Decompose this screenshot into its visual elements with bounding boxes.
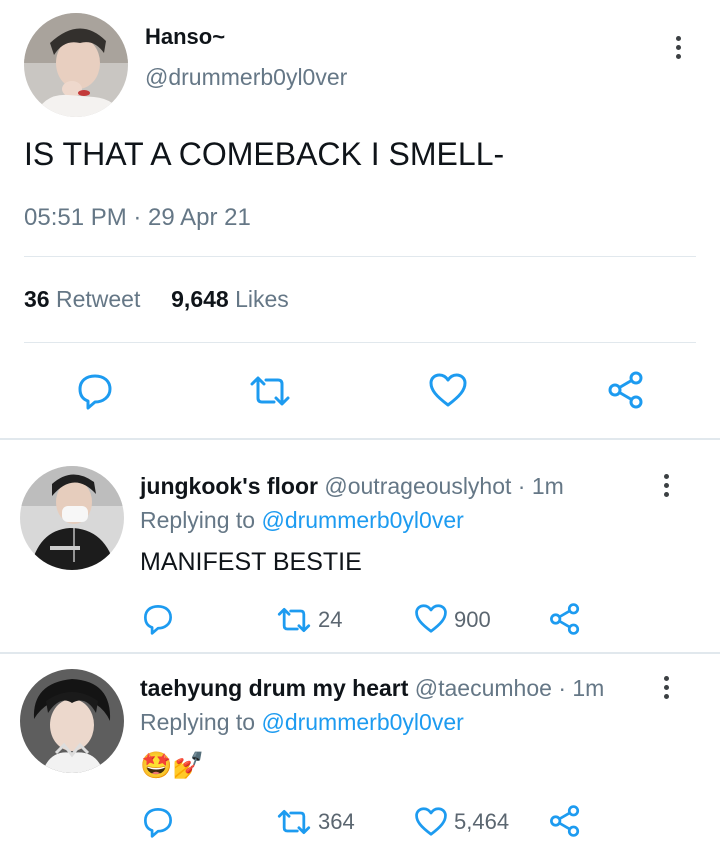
reply-icon[interactable]	[76, 372, 114, 410]
timestamp[interactable]: 05:51 PM · 29 Apr 21	[24, 204, 251, 232]
divider	[24, 342, 696, 343]
reply-time[interactable]: · 1m	[558, 675, 604, 701]
replying-to-link[interactable]: @drummerb0yl0ver	[261, 709, 463, 735]
reply-time[interactable]: · 1m	[518, 473, 564, 499]
divider	[24, 256, 696, 257]
reply-icon[interactable]	[142, 805, 174, 839]
reply-emoji-text: 🤩💅	[140, 750, 205, 780]
more-options-icon[interactable]	[660, 676, 672, 699]
divider	[0, 438, 720, 440]
replying-to-label: Replying to	[140, 507, 256, 533]
reply-handle[interactable]: @outrageouslyhot	[324, 473, 511, 499]
likes-count[interactable]: 9,648	[171, 286, 229, 312]
handle[interactable]: @drummerb0yl0ver	[145, 64, 347, 91]
reply-handle[interactable]: @taecumhoe	[415, 675, 552, 701]
heart-icon[interactable]	[414, 603, 448, 634]
more-options-icon[interactable]	[660, 474, 672, 497]
retweet-icon[interactable]	[248, 374, 292, 408]
replying-to-link[interactable]: @drummerb0yl0ver	[261, 507, 463, 533]
reply-display-name[interactable]: jungkook's floor	[140, 473, 318, 499]
like-count: 5,464	[454, 809, 510, 834]
heart-icon[interactable]	[428, 372, 468, 408]
share-icon[interactable]	[606, 370, 646, 410]
retweet-count[interactable]: 36	[24, 286, 50, 312]
retweet-count: 364	[318, 809, 355, 834]
retweet-count: 24	[318, 607, 343, 632]
tweet-text: IS THAT A COMEBACK I SMELL-	[24, 136, 505, 172]
reply-text: MANIFEST BESTIE	[140, 548, 362, 576]
share-icon[interactable]	[548, 602, 582, 636]
share-icon[interactable]	[548, 804, 582, 838]
retweet-label[interactable]: Retweet	[56, 286, 140, 312]
like-count: 900	[454, 607, 491, 632]
reply-header: jungkook's floor @outrageouslyhot · 1m	[140, 473, 564, 500]
retweet-icon[interactable]	[276, 606, 312, 634]
engagement-stats: 36 Retweet 9,648 Likes	[24, 286, 289, 313]
avatar[interactable]	[20, 466, 124, 570]
replying-to: Replying to @drummerb0yl0ver	[140, 709, 464, 736]
retweet-icon[interactable]	[276, 808, 312, 836]
divider	[0, 652, 720, 654]
avatar[interactable]	[24, 13, 128, 117]
likes-label[interactable]: Likes	[235, 286, 289, 312]
heart-icon[interactable]	[414, 806, 448, 837]
reply-display-name[interactable]: taehyung drum my heart	[140, 675, 408, 701]
reply-icon[interactable]	[142, 602, 174, 636]
avatar[interactable]	[20, 669, 124, 773]
display-name[interactable]: Hanso~	[145, 24, 225, 50]
more-options-icon[interactable]	[672, 36, 684, 59]
reply-header: taehyung drum my heart @taecumhoe · 1m	[140, 675, 604, 702]
replying-to: Replying to @drummerb0yl0ver	[140, 507, 464, 534]
replying-to-label: Replying to	[140, 709, 256, 735]
